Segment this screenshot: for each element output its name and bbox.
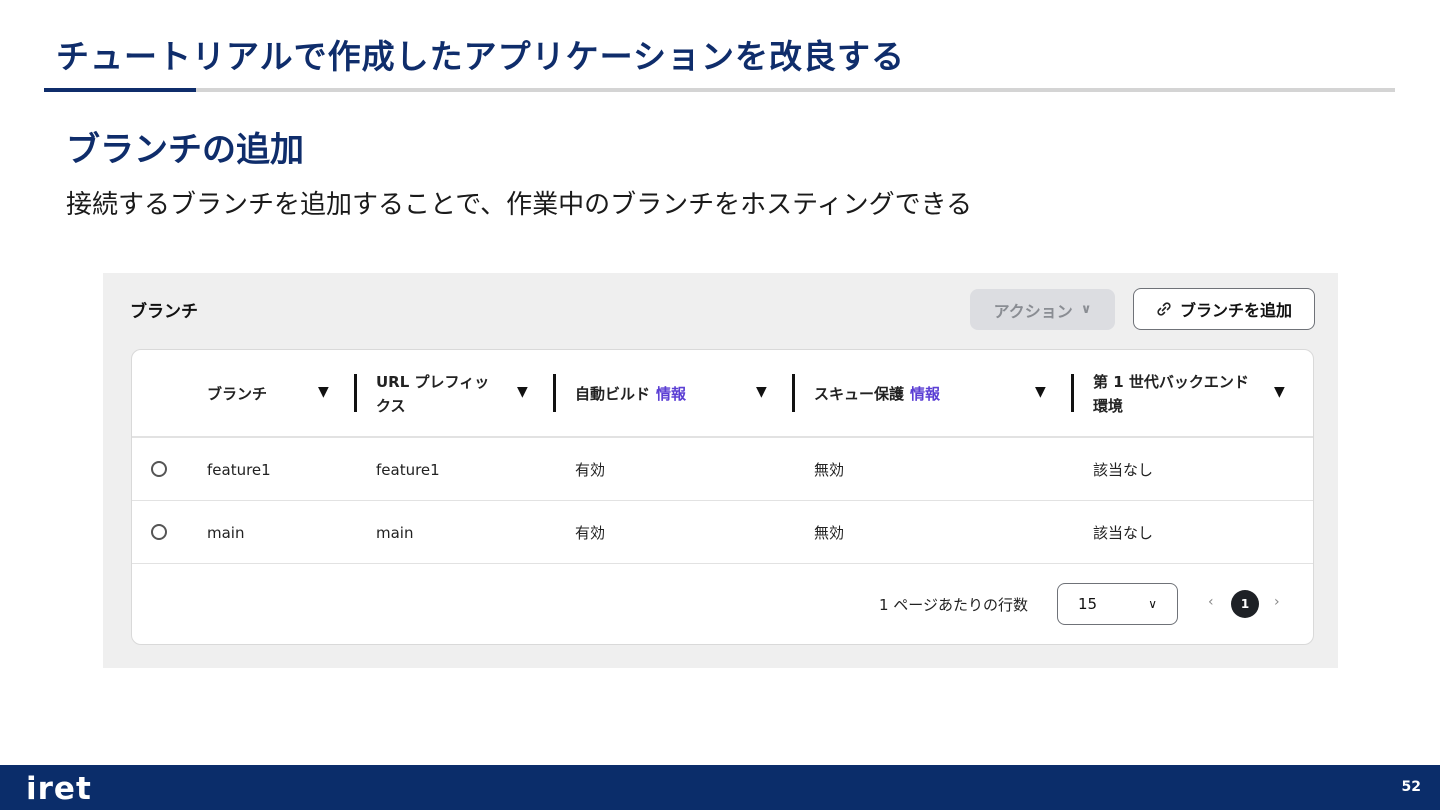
column-header-gen1-backend[interactable]: 第 1 世代バックエンド環境 [1093,350,1263,438]
rows-per-page-value: 15 [1078,595,1098,613]
info-link[interactable]: 情報 [910,382,940,406]
sort-icon[interactable]: ▼ [318,384,329,400]
table-header: ブランチ ▼ URL プレフィックス ▼ 自動ビルド 情報 ▼ スキュー保護 情… [132,350,1313,438]
chevron-left-icon[interactable]: ‹ [1208,594,1214,610]
table-row[interactable]: feature1 feature1 有効 無効 該当なし [132,438,1313,501]
panel-title: ブランチ [130,302,198,322]
link-icon [1157,302,1171,316]
skew-protection-label: スキュー保護 [814,385,905,403]
cell-gen1-backend: 該当なし [1093,524,1154,542]
rows-per-page-select[interactable]: 15 ∨ [1057,583,1178,625]
chevron-down-icon: ∨ [1080,302,1092,317]
section-description: 接続するブランチを追加することで、作業中のブランチをホスティングできる [66,190,973,220]
section-heading: ブランチの追加 [66,130,304,170]
cell-auto-build: 有効 [575,524,606,542]
branches-table: ブランチ ▼ URL プレフィックス ▼ 自動ビルド 情報 ▼ スキュー保護 情… [131,349,1314,645]
actions-label: アクション [993,301,1073,321]
column-resizer[interactable] [553,374,556,412]
company-logo: iret [26,771,92,807]
column-header-auto-build[interactable]: 自動ビルド 情報 [575,350,686,438]
sort-icon[interactable]: ▼ [1035,384,1046,400]
add-branch-label: ブランチを追加 [1179,301,1292,320]
column-resizer[interactable] [792,374,795,412]
title-divider [196,88,1395,92]
row-select-radio[interactable] [151,461,167,477]
table-row[interactable]: main main 有効 無効 該当なし [132,501,1313,564]
sort-icon[interactable]: ▼ [1274,384,1285,400]
rows-per-page-label: 1 ページあたりの行数 [879,596,1029,614]
add-branch-button[interactable]: ブランチを追加 [1133,288,1315,330]
cell-url-prefix: feature1 [376,460,440,479]
auto-build-label: 自動ビルド [575,385,651,403]
column-header-skew-protection[interactable]: スキュー保護 情報 [814,350,940,438]
cell-skew-protection: 無効 [814,461,845,479]
info-link[interactable]: 情報 [656,382,686,406]
cell-gen1-backend: 該当なし [1093,461,1154,479]
column-header-url-prefix[interactable]: URL プレフィックス [376,350,501,438]
page-button-current[interactable]: 1 [1231,590,1259,618]
cell-branch: feature1 [207,460,271,479]
page-number: 52 [1401,779,1421,795]
title-accent-bar [44,88,196,92]
slide-title: チュートリアルで作成したアプリケーションを改良する [56,37,906,76]
chevron-right-icon[interactable]: › [1274,594,1280,610]
actions-dropdown-button[interactable]: アクション ∨ [970,289,1115,330]
cell-url-prefix: main [376,523,414,542]
cell-auto-build: 有効 [575,461,606,479]
footer-bar: iret 52 [0,765,1440,810]
sort-icon[interactable]: ▼ [756,384,767,400]
row-select-radio[interactable] [151,524,167,540]
column-resizer[interactable] [354,374,357,412]
branches-panel: ブランチ アクション ∨ ブランチを追加 ブランチ ▼ URL プレフィックス … [103,273,1338,668]
column-resizer[interactable] [1071,374,1074,412]
cell-skew-protection: 無効 [814,524,845,542]
cell-branch: main [207,523,245,542]
sort-icon[interactable]: ▼ [517,384,528,400]
chevron-down-icon: ∨ [1148,597,1157,611]
column-header-branch[interactable]: ブランチ [207,350,267,438]
